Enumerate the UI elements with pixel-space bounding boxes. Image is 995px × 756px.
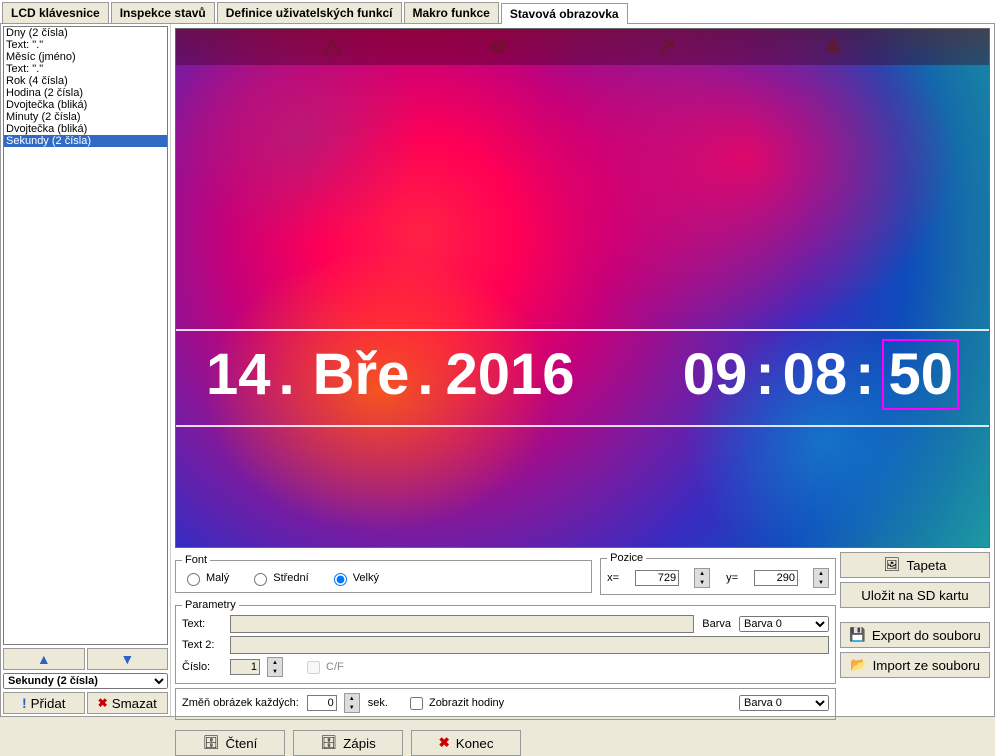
preview-time: 09 : 08 : 50 xyxy=(683,339,959,410)
save-icon: 💾 xyxy=(849,627,866,643)
wrench-icon xyxy=(655,36,677,58)
import-button[interactable]: 📂Import ze souboru xyxy=(840,652,990,678)
preview-area[interactable]: 14. Bře. 2016 09 : 08 : 50 xyxy=(175,28,990,548)
change-img-input[interactable] xyxy=(307,695,337,711)
db-read-icon: 🗄 xyxy=(203,735,220,751)
font-legend: Font xyxy=(182,554,210,566)
text-input[interactable] xyxy=(230,615,694,633)
tab-bar: LCD klávesnice Inspekce stavů Definice u… xyxy=(0,0,995,24)
sec-down[interactable]: ▼ xyxy=(345,703,359,712)
move-down-button[interactable]: ▼ xyxy=(87,648,169,670)
change-img-label: Změň obrázek každých: xyxy=(182,697,299,709)
tab-functions[interactable]: Definice uživatelských funkcí xyxy=(217,2,402,23)
list-item[interactable]: Dvojtečka (bliká) xyxy=(4,99,167,111)
y-label: y= xyxy=(726,572,738,584)
x-input[interactable] xyxy=(635,570,679,586)
params-legend: Parametry xyxy=(182,599,239,611)
list-item[interactable]: Hodina (2 čísla) xyxy=(4,87,167,99)
font-large-radio[interactable]: Velký xyxy=(329,570,379,586)
x-label: x= xyxy=(607,572,619,584)
image-icon: 🖼 xyxy=(884,557,901,573)
tab-lcd[interactable]: LCD klávesnice xyxy=(2,2,109,23)
preview-date: 14. Bře. 2016 xyxy=(206,341,575,408)
position-legend: Pozice xyxy=(607,552,646,564)
font-medium-radio[interactable]: Střední xyxy=(249,570,308,586)
show-clock-checkbox[interactable]: Zobrazit hodiny xyxy=(406,694,504,713)
list-item[interactable]: Dny (2 čísla) xyxy=(4,27,167,39)
db-write-icon: 🗄 xyxy=(320,735,337,751)
save-sd-button[interactable]: Uložit na SD kartu xyxy=(840,582,990,608)
folder-open-icon: 📂 xyxy=(850,657,867,673)
y-down[interactable]: ▼ xyxy=(814,578,828,587)
tab-status-screen[interactable]: Stavová obrazovka xyxy=(501,3,628,24)
preview-topbar xyxy=(176,29,989,65)
x-up[interactable]: ▲ xyxy=(695,569,709,578)
list-item[interactable]: Měsíc (jméno) xyxy=(4,51,167,63)
barva-select[interactable]: Barva 0 xyxy=(739,616,829,632)
delete-button[interactable]: ✖Smazat xyxy=(87,692,169,714)
warning-icon xyxy=(321,36,343,58)
barva-label: Barva xyxy=(702,618,731,630)
font-small-radio[interactable]: Malý xyxy=(182,570,229,586)
tab-macro[interactable]: Makro funkce xyxy=(404,2,499,23)
move-up-button[interactable]: ▲ xyxy=(3,648,85,670)
text2-input[interactable] xyxy=(230,636,829,654)
list-item[interactable]: Rok (4 čísla) xyxy=(4,75,167,87)
y-input[interactable] xyxy=(754,570,798,586)
text-label: Text: xyxy=(182,618,222,630)
write-button[interactable]: 🗄Zápis xyxy=(293,730,403,756)
num-up[interactable]: ▲ xyxy=(268,658,282,667)
selected-element-highlight: 50 xyxy=(882,339,959,410)
cf-checkbox: C/F xyxy=(303,658,344,677)
end-button[interactable]: ✖Konec xyxy=(411,730,521,756)
num-down[interactable]: ▼ xyxy=(268,667,282,676)
change-barva-select[interactable]: Barva 0 xyxy=(739,695,829,711)
element-type-select[interactable]: Sekundy (2 čísla) xyxy=(3,673,168,689)
wallpaper-button[interactable]: 🖼Tapeta xyxy=(840,552,990,578)
y-up[interactable]: ▲ xyxy=(814,569,828,578)
list-item[interactable]: Minuty (2 čísla) xyxy=(4,111,167,123)
eye-icon xyxy=(488,36,510,58)
text2-label: Text 2: xyxy=(182,639,222,651)
list-item[interactable]: Text: "." xyxy=(4,63,167,75)
list-item[interactable]: Text: "." xyxy=(4,39,167,51)
bell-icon xyxy=(822,36,844,58)
list-item[interactable]: Sekundy (2 čísla) xyxy=(4,135,167,147)
sec-up[interactable]: ▲ xyxy=(345,694,359,703)
number-label: Číslo: xyxy=(182,661,222,673)
element-list[interactable]: Dny (2 čísla)Text: "."Měsíc (jméno)Text:… xyxy=(3,26,168,645)
add-button[interactable]: !Přidat xyxy=(3,692,85,714)
sek-label: sek. xyxy=(368,697,388,709)
number-input[interactable] xyxy=(230,659,260,675)
read-button[interactable]: 🗄Čtení xyxy=(175,730,285,756)
list-item[interactable]: Dvojtečka (bliká) xyxy=(4,123,167,135)
x-down[interactable]: ▼ xyxy=(695,578,709,587)
export-button[interactable]: 💾Export do souboru xyxy=(840,622,990,648)
tab-inspection[interactable]: Inspekce stavů xyxy=(111,2,215,23)
